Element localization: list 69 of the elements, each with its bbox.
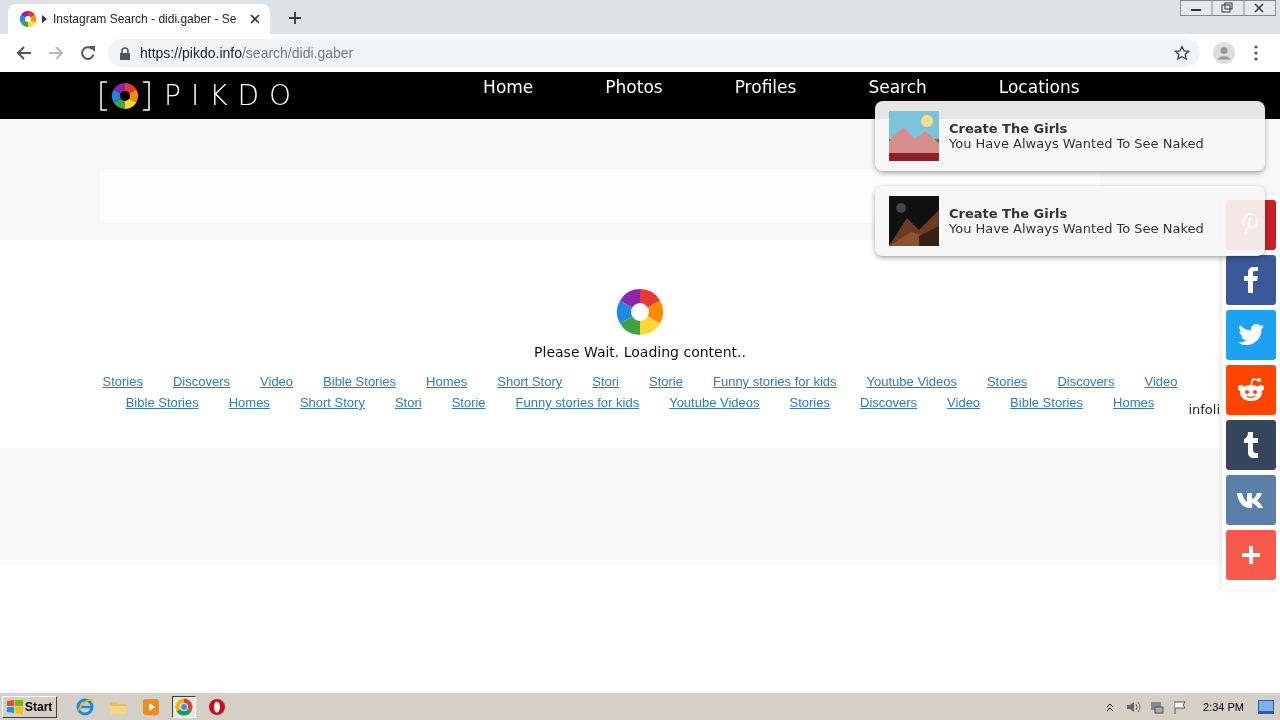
address-bar[interactable]: https://pikdo.info/search/didi.gaber bbox=[108, 39, 1200, 67]
notification-title: Create The Girls bbox=[949, 206, 1069, 221]
start-button[interactable]: Start bbox=[2, 695, 58, 718]
text-link[interactable]: Stories bbox=[986, 374, 1028, 389]
text-link[interactable]: Short Story bbox=[497, 374, 563, 389]
nav-link[interactable]: Search bbox=[868, 77, 927, 97]
loading-spinner-icon bbox=[616, 288, 664, 336]
site-logo-text[interactable]: PIKDO bbox=[164, 79, 302, 112]
reddit-share-button[interactable] bbox=[1226, 365, 1276, 415]
lock-icon bbox=[120, 46, 130, 60]
tumblr-icon bbox=[1243, 432, 1259, 458]
text-link[interactable]: Video bbox=[1144, 374, 1178, 389]
text-link[interactable]: Funny stories for kids bbox=[515, 395, 640, 410]
notification-card[interactable]: Create The Girls You Have Always Wanted To See Naked bbox=[875, 186, 1265, 256]
notification-title: Create The Girls bbox=[949, 121, 1069, 136]
text-link[interactable]: Storie bbox=[451, 395, 486, 410]
playing-icon bbox=[42, 15, 47, 23]
vk-share-button[interactable] bbox=[1226, 475, 1276, 525]
text-link[interactable]: Bible Stories bbox=[1010, 395, 1084, 410]
text-link[interactable]: Youtube Videos bbox=[866, 374, 957, 389]
clock[interactable]: 2:34 PM bbox=[1203, 700, 1244, 713]
text-link[interactable]: Bible Stories bbox=[323, 374, 397, 389]
notification-card[interactable]: Create The Girls You Have Always Wanted To See Naked bbox=[875, 101, 1265, 171]
side-text: infoli bbox=[1188, 402, 1220, 417]
show-desktop-icon[interactable] bbox=[1258, 699, 1274, 714]
text-link[interactable]: Video bbox=[947, 395, 981, 410]
plus-icon bbox=[1241, 545, 1261, 565]
nav-link[interactable]: Home bbox=[483, 77, 534, 97]
tumblr-share-button[interactable] bbox=[1226, 420, 1276, 470]
star-icon[interactable] bbox=[1174, 45, 1190, 61]
text-link[interactable]: Discovers bbox=[860, 395, 918, 410]
facebook-share-button[interactable] bbox=[1226, 255, 1276, 305]
notification-text: You Have Always Wanted To See Naked bbox=[949, 136, 1204, 151]
text-link[interactable]: Homes bbox=[426, 374, 468, 389]
twitter-share-button[interactable] bbox=[1226, 310, 1276, 360]
text-link[interactable]: Stories bbox=[102, 374, 143, 389]
text-link[interactable]: Stories bbox=[789, 395, 830, 410]
windows-logo-icon bbox=[7, 699, 23, 714]
twitter-icon bbox=[1238, 324, 1264, 346]
reddit-icon bbox=[1237, 378, 1265, 402]
browser-tab[interactable]: Instagram Search - didi.gaber - Se bbox=[8, 4, 270, 34]
text-link[interactable]: Storie bbox=[649, 374, 683, 389]
more-share-button[interactable] bbox=[1226, 530, 1276, 580]
text-link[interactable]: Stori bbox=[592, 374, 619, 389]
text-link[interactable]: Discovers bbox=[173, 374, 231, 389]
nav-link[interactable]: Photos bbox=[605, 77, 663, 97]
text-link[interactable]: Discovers bbox=[1057, 374, 1115, 389]
notification-text: You Have Always Wanted To See Naked bbox=[949, 221, 1204, 236]
close-icon[interactable] bbox=[250, 14, 260, 24]
text-link[interactable]: Funny stories for kids bbox=[713, 374, 837, 389]
logo-icon bbox=[100, 80, 150, 111]
text-link[interactable]: Short Story bbox=[299, 395, 365, 410]
vk-icon bbox=[1237, 492, 1265, 508]
nav-link[interactable]: Locations bbox=[998, 77, 1080, 97]
nav-link[interactable]: Profiles bbox=[734, 77, 797, 97]
text-link[interactable]: Bible Stories bbox=[125, 395, 199, 410]
chrome-icon[interactable] bbox=[172, 695, 197, 718]
text-link[interactable]: Youtube Videos bbox=[669, 395, 760, 410]
text-link[interactable]: Homes bbox=[1113, 395, 1155, 410]
tab-title: Instagram Search - didi.gaber - Se bbox=[53, 12, 238, 26]
favicon-icon bbox=[20, 11, 36, 27]
new-tab-icon[interactable] bbox=[288, 11, 302, 25]
window-controls[interactable] bbox=[1180, 0, 1276, 16]
text-link[interactable]: Video bbox=[260, 374, 294, 389]
text-link[interactable]: Stori bbox=[394, 395, 422, 410]
facebook-icon bbox=[1244, 267, 1258, 293]
loading-message: Please Wait. Loading content.. bbox=[534, 344, 746, 360]
text-link[interactable]: Homes bbox=[228, 395, 270, 410]
url-text: https://pikdo.info/search/didi.gaber bbox=[140, 45, 355, 61]
